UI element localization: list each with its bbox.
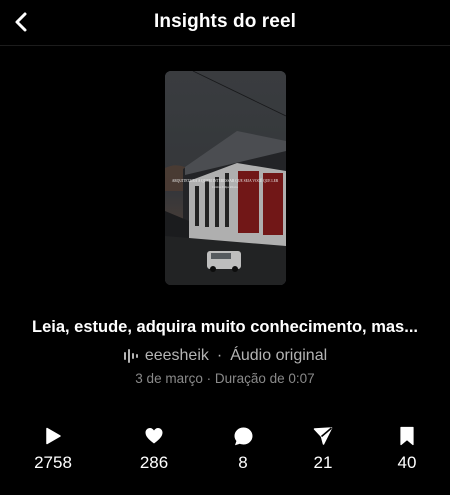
reel-caption: Leia, estude, adquira muito conhecimento… — [31, 318, 418, 336]
reel-thumbnail[interactable]: ARQUITETURA A QUEM INTERESSAR QUE SEJA V… — [165, 71, 286, 285]
overlay-credit: Créditos Felipe Ribeiro — [212, 186, 239, 189]
reel-date: 3 de março — [135, 371, 203, 386]
comment-icon — [232, 425, 254, 447]
audio-link[interactable]: eeesheik · Áudio original — [0, 347, 450, 365]
stat-comments[interactable]: 8 — [203, 425, 283, 473]
audio-account: eeesheik — [144, 347, 209, 364]
stat-saves[interactable]: 40 — [367, 425, 447, 473]
header: Insights do reel — [0, 0, 450, 46]
stat-value: 21 — [313, 453, 333, 472]
audio-label: Áudio original — [230, 347, 328, 364]
page-title: Insights do reel — [153, 11, 296, 32]
stat-value: 2758 — [34, 453, 72, 472]
reel-duration: Duração de 0:07 — [214, 371, 315, 386]
stat-value: 286 — [139, 453, 169, 472]
reel-meta: 3 de março · Duração de 0:07 — [0, 371, 450, 386]
send-icon — [312, 425, 334, 447]
heart-icon — [143, 425, 165, 447]
play-icon — [42, 425, 64, 447]
stat-plays[interactable]: 2758 — [13, 425, 93, 473]
meta-separator: · — [206, 371, 215, 386]
audio-separator: · — [216, 347, 223, 364]
stat-value: 40 — [397, 453, 417, 472]
overlay-text: ARQUITETURA A QUEM INTERESSAR QUE SEJA V… — [172, 178, 279, 183]
stat-shares[interactable]: 21 — [283, 425, 363, 473]
stat-value: 8 — [238, 453, 248, 472]
audio-wave-icon — [123, 348, 139, 364]
bookmark-icon — [396, 425, 418, 447]
stats-row: 2758 286 8 21 40 — [0, 425, 450, 477]
stat-likes[interactable]: 286 — [114, 425, 194, 473]
